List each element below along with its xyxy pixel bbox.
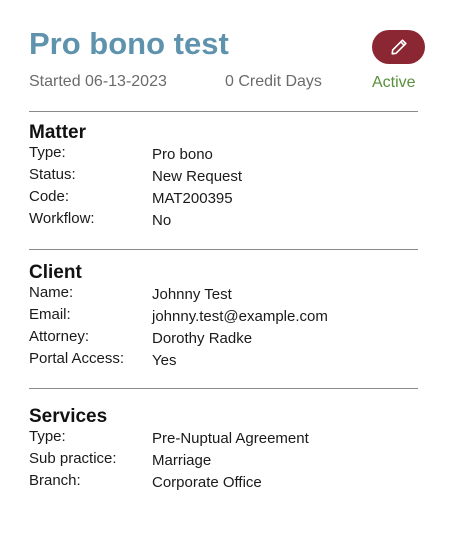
- divider: [29, 388, 418, 389]
- row-label: Attorney:: [29, 328, 90, 345]
- client-attorney-row: Attorney: Dorothy Radke: [29, 328, 418, 350]
- row-label: Code:: [29, 188, 70, 205]
- row-label: Type:: [29, 144, 66, 161]
- services-sub-practice-row: Sub practice: Marriage: [29, 450, 418, 472]
- services-branch-row: Branch: Corporate Office: [29, 472, 418, 494]
- row-value: New Request: [152, 168, 243, 185]
- row-label: Status:: [29, 166, 76, 183]
- row-value: Dorothy Radke: [152, 330, 253, 347]
- row-label: Email:: [29, 306, 71, 323]
- started-date: Started 06-13-2023: [29, 73, 167, 90]
- divider: [29, 249, 418, 250]
- row-value: johnny.test@example.com: [152, 308, 328, 325]
- divider: [29, 111, 418, 112]
- services-type-row: Type: Pre-Nuptual Agreement: [29, 428, 418, 450]
- matter-type-row: Type: Pro bono: [29, 144, 418, 166]
- row-label: Type:: [29, 428, 66, 445]
- pencil-icon: [389, 37, 409, 57]
- edit-button[interactable]: [372, 30, 425, 64]
- section-title: Client: [29, 262, 82, 283]
- matter-section: Matter Type: Pro bono Status: New Reques…: [29, 122, 418, 232]
- page-title: Pro bono test: [29, 26, 229, 61]
- row-label: Workflow:: [29, 210, 95, 227]
- row-value: Yes: [152, 352, 177, 369]
- row-label: Name:: [29, 284, 74, 301]
- section-title: Matter: [29, 122, 87, 143]
- row-value: No: [152, 212, 172, 229]
- row-value: Johnny Test: [152, 286, 232, 303]
- credit-days: 0 Credit Days: [225, 73, 322, 90]
- client-portal-access-row: Portal Access: Yes: [29, 350, 418, 372]
- matter-status-row: Status: New Request: [29, 166, 418, 188]
- status-badge: Active: [372, 74, 416, 91]
- client-name-row: Name: Johnny Test: [29, 284, 418, 306]
- row-value: Corporate Office: [152, 474, 262, 491]
- matter-detail-card: Pro bono test Started 06-13-2023 0 Credi…: [0, 0, 451, 547]
- section-title: Services: [29, 406, 108, 427]
- matter-code-row: Code: MAT200395: [29, 188, 418, 210]
- services-section: Services Type: Pre-Nuptual Agreement Sub…: [29, 406, 418, 494]
- client-email-row: Email: johnny.test@example.com: [29, 306, 418, 328]
- row-label: Portal Access:: [29, 350, 125, 367]
- client-section: Client Name: Johnny Test Email: johnny.t…: [29, 262, 418, 372]
- matter-workflow-row: Workflow: No: [29, 210, 418, 232]
- row-label: Branch:: [29, 472, 81, 489]
- row-value: MAT200395: [152, 190, 233, 207]
- row-value: Pro bono: [152, 146, 213, 163]
- row-value: Marriage: [152, 452, 212, 469]
- row-value: Pre-Nuptual Agreement: [152, 430, 309, 447]
- row-label: Sub practice:: [29, 450, 117, 467]
